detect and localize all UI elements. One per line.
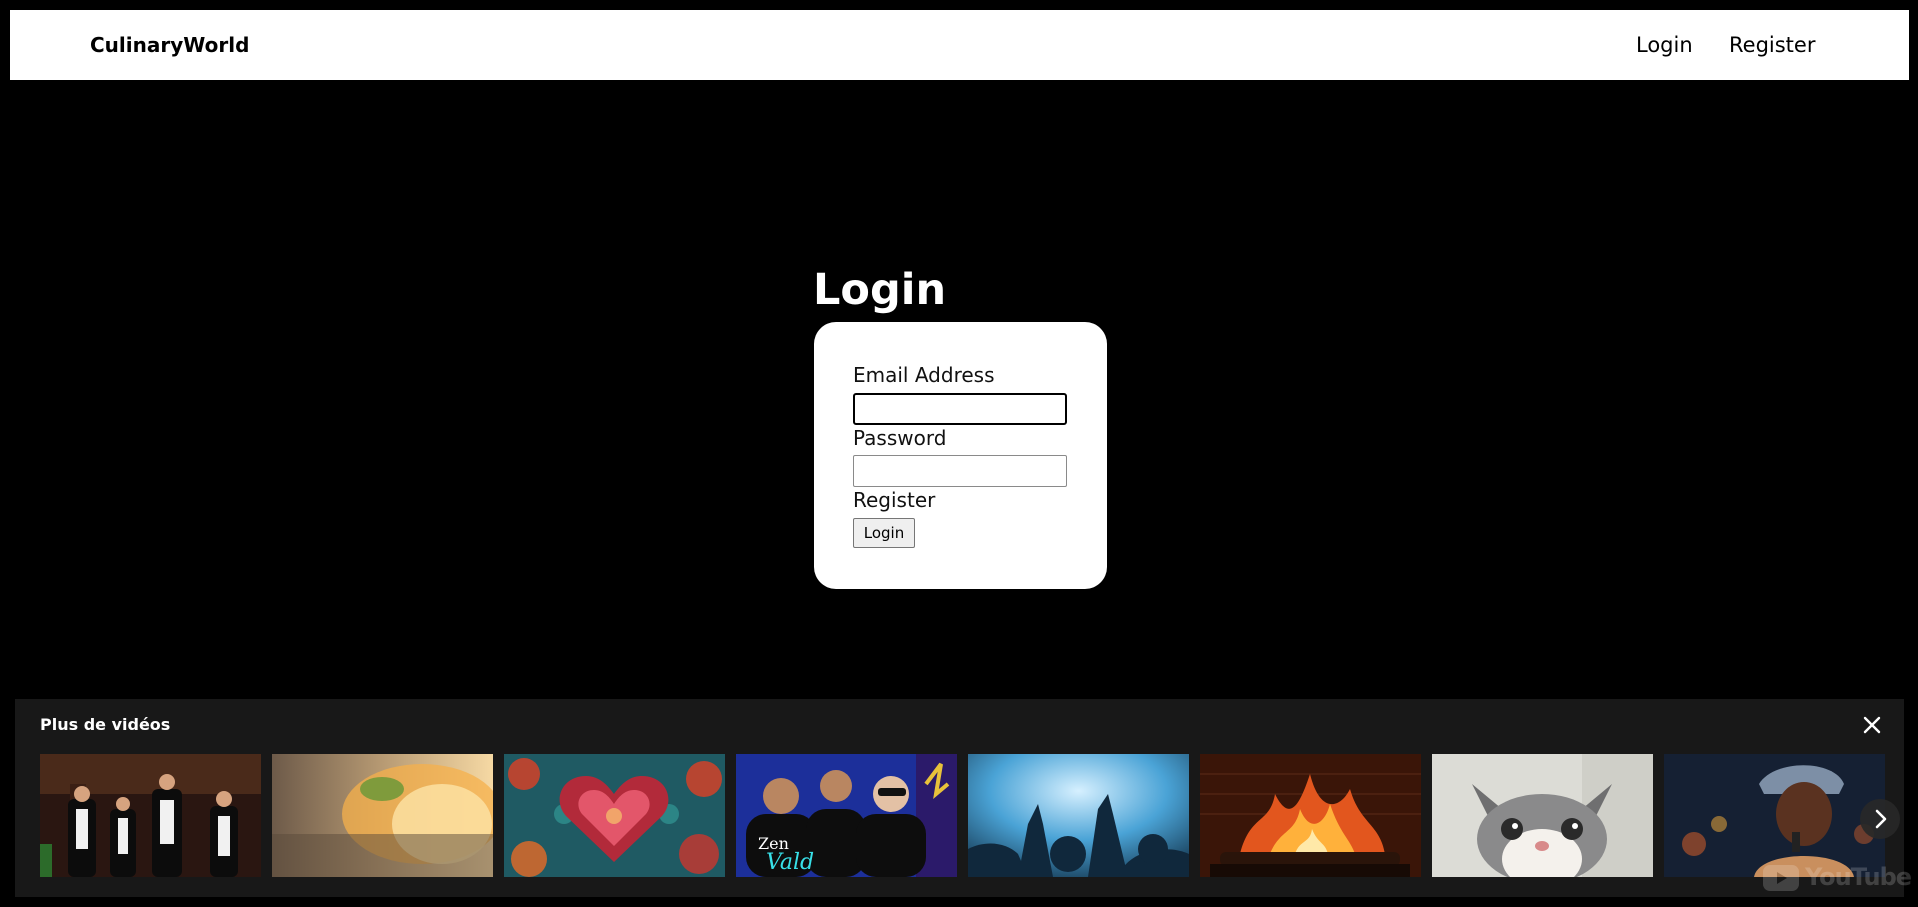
thumbnail-caption-subtitle: Vald (766, 850, 814, 875)
video-thumbnail[interactable] (1432, 754, 1653, 877)
video-thumbnail[interactable] (968, 754, 1189, 877)
login-button[interactable]: Login (853, 518, 915, 548)
login-form: Email Address Password Register Login (814, 322, 1107, 589)
chevron-right-icon[interactable] (1860, 799, 1900, 839)
video-thumbnail-strip: Zen Vald (40, 754, 1904, 877)
email-field[interactable] (853, 393, 1067, 425)
top-navbar: CulinaryWorld Login Register (10, 10, 1909, 80)
more-videos-title: Plus de vidéos (40, 715, 171, 734)
video-thumbnail[interactable] (272, 754, 493, 877)
page-title: Login (813, 265, 947, 315)
video-thumbnail[interactable]: Zen Vald (736, 754, 957, 877)
nav-register-link[interactable]: Register (1729, 10, 1815, 80)
brand-logo[interactable]: CulinaryWorld (90, 10, 249, 80)
video-thumbnail[interactable] (1200, 754, 1421, 877)
register-link[interactable]: Register (853, 487, 935, 513)
more-videos-panel: Plus de vidéos Zen Vald YouTube (15, 699, 1912, 897)
nav-login-link[interactable]: Login (1636, 10, 1693, 80)
password-field[interactable] (853, 455, 1067, 487)
video-thumbnail[interactable] (40, 754, 261, 877)
video-thumbnail[interactable] (504, 754, 725, 877)
email-label: Email Address (853, 363, 995, 387)
youtube-watermark-text: YouTube (1805, 863, 1912, 891)
close-icon[interactable] (1858, 711, 1886, 739)
password-label: Password (853, 426, 947, 450)
youtube-watermark-logo: YouTube (1763, 859, 1912, 895)
